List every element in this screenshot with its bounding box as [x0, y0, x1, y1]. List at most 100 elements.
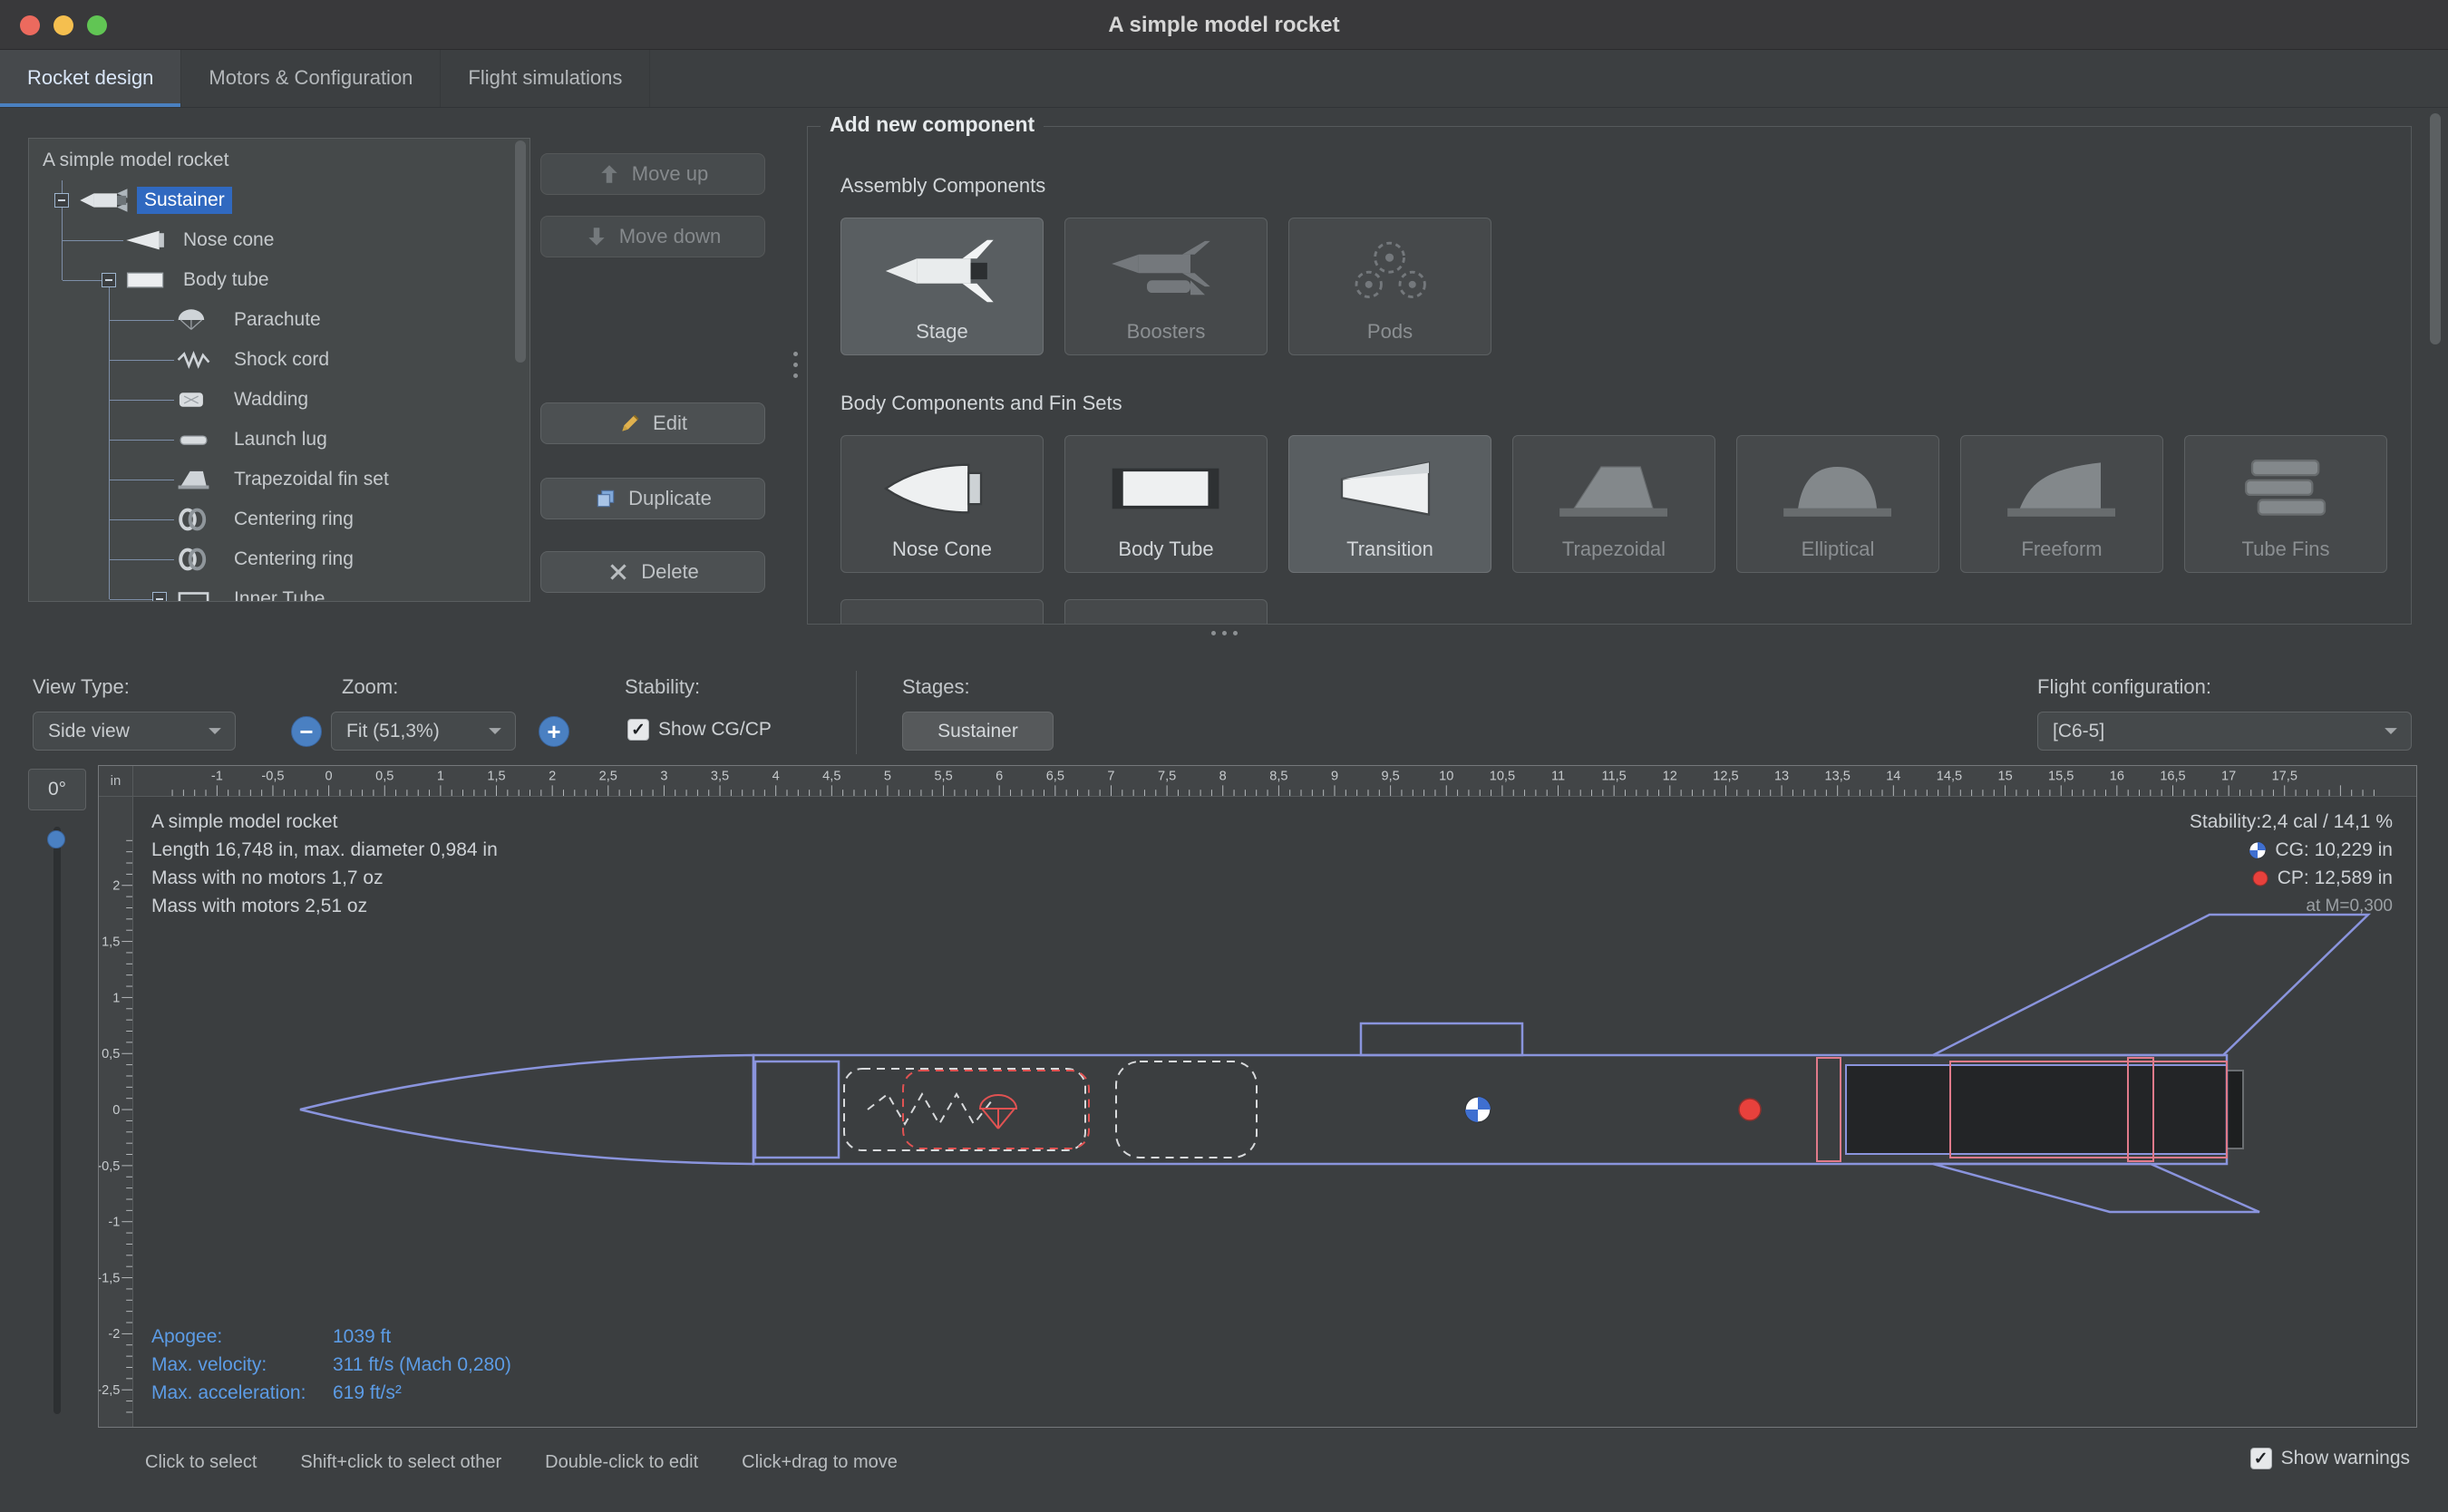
- ring-icon: [176, 546, 227, 573]
- show-cgcp-checkbox-row[interactable]: ✓ Show CG/CP: [627, 719, 772, 741]
- svg-text:1: 1: [437, 770, 444, 784]
- bodytube-icon: [125, 267, 176, 294]
- rocket-info-block: A simple model rocket Length 16,748 in, …: [151, 808, 498, 920]
- tree-item-trapezoidal-fin-set[interactable]: Trapezoidal fin set: [29, 460, 529, 499]
- tree-item-root[interactable]: A simple model rocket: [29, 141, 529, 180]
- add-component-button-partial[interactable]: [840, 599, 1044, 624]
- ruler-unit: in: [99, 766, 133, 797]
- tree-item-shock-cord[interactable]: Shock cord: [29, 340, 529, 380]
- add-transition-button[interactable]: Transition: [1288, 435, 1491, 573]
- tree-scrollbar-thumb[interactable]: [515, 141, 526, 363]
- nose-cone-shape[interactable]: [300, 1055, 753, 1164]
- svg-text:10: 10: [1439, 770, 1453, 784]
- zoom-window-button[interactable]: [87, 15, 107, 35]
- vertical-splitter-grip[interactable]: [791, 352, 800, 378]
- innertube-icon: [176, 586, 227, 602]
- zoom-dropdown[interactable]: Fit (51,3%): [331, 712, 516, 751]
- svg-text:0,5: 0,5: [375, 770, 393, 784]
- tab-motors-configuration[interactable]: Motors & Configuration: [181, 50, 441, 107]
- svg-text:8: 8: [1219, 770, 1227, 784]
- tree-item-launch-lug[interactable]: Launch lug: [29, 420, 529, 460]
- svg-text:15: 15: [1997, 770, 2012, 784]
- recovery-components[interactable]: [844, 1061, 1257, 1158]
- stage-toggle-sustainer[interactable]: Sustainer: [902, 712, 1054, 751]
- zoom-label: Zoom:: [342, 675, 398, 699]
- add-elliptical-button: Elliptical: [1736, 435, 1939, 573]
- svg-text:6: 6: [996, 770, 1003, 784]
- svg-text:17,5: 17,5: [2272, 770, 2297, 784]
- delete-label: Delete: [641, 560, 699, 584]
- tree-connector-line: [109, 287, 110, 599]
- duplicate-button[interactable]: Duplicate: [540, 478, 765, 519]
- cp-marker: [1739, 1099, 1761, 1120]
- launch-lug-shape[interactable]: [1361, 1023, 1522, 1055]
- zoom-out-button[interactable]: −: [291, 716, 322, 747]
- add-component-button-partial[interactable]: [1064, 599, 1268, 624]
- status-hint: Click+drag to move: [742, 1452, 898, 1473]
- add-nose-cone-button[interactable]: Nose Cone: [840, 435, 1044, 573]
- zoom-value: Fit (51,3%): [346, 721, 440, 742]
- traffic-lights: [20, 15, 107, 35]
- svg-text:14: 14: [1886, 770, 1900, 784]
- tree-item-centering-ring[interactable]: Centering ring: [29, 499, 529, 539]
- show-warnings-row[interactable]: ✓ Show warnings: [2250, 1448, 2410, 1469]
- tree-item-wadding[interactable]: Wadding: [29, 380, 529, 420]
- view-type-dropdown[interactable]: Side view: [33, 712, 236, 751]
- tree-item-centering-ring[interactable]: Centering ring: [29, 539, 529, 579]
- tree-scrollbar[interactable]: [513, 141, 528, 599]
- flight-data-block: Apogee: 1039 ft Max. velocity: 311 ft/s …: [151, 1323, 511, 1407]
- add-pods-button: Pods: [1288, 218, 1491, 355]
- show-cgcp-checkbox[interactable]: ✓: [627, 719, 649, 741]
- svg-text:12: 12: [1663, 770, 1677, 784]
- tubefins-big-icon: [2185, 449, 2386, 528]
- tab-rocket-design[interactable]: Rocket design: [0, 50, 181, 107]
- tab-flight-simulations[interactable]: Flight simulations: [441, 50, 650, 107]
- window-scrollbar-thumb[interactable]: [2430, 113, 2441, 344]
- svg-text:8,5: 8,5: [1269, 770, 1287, 784]
- delete-button[interactable]: Delete: [540, 551, 765, 593]
- collapse-handle-icon[interactable]: [102, 273, 116, 287]
- add-body-tube-button[interactable]: Body Tube: [1064, 435, 1268, 573]
- tree-item-body-tube[interactable]: Body tube: [29, 260, 529, 300]
- lower-fin-shape[interactable]: [1933, 1164, 2259, 1212]
- tree-connector-line: [62, 180, 63, 193]
- duplicate-icon: [594, 487, 617, 510]
- collapse-handle-icon[interactable]: [152, 592, 167, 602]
- parachute-outline[interactable]: [903, 1071, 1089, 1149]
- flight-configuration-dropdown[interactable]: [C6-5]: [2037, 712, 2412, 751]
- velocity-label: Max. velocity:: [151, 1351, 333, 1379]
- duplicate-label: Duplicate: [628, 487, 712, 510]
- tree-item-parachute[interactable]: Parachute: [29, 300, 529, 340]
- horizontal-ruler: -1-0,500,511,522,533,544,555,566,577,588…: [133, 766, 2416, 797]
- svg-text:16: 16: [2110, 770, 2124, 784]
- motor-tube[interactable]: [1846, 1065, 2227, 1154]
- rotation-slider-thumb[interactable]: [47, 830, 65, 848]
- wadding-region[interactable]: [1116, 1061, 1257, 1158]
- rotation-slider[interactable]: [53, 827, 61, 1414]
- close-window-button[interactable]: [20, 15, 40, 35]
- collapse-handle-icon[interactable]: [54, 193, 69, 208]
- rocket-draw-area: A simple model rocket Length 16,748 in, …: [133, 797, 2416, 1427]
- pods-icon: [1289, 231, 1491, 311]
- add-stage-button[interactable]: Stage: [840, 218, 1044, 355]
- rocket-name-text: A simple model rocket: [151, 808, 498, 836]
- window-scrollbar[interactable]: [2428, 113, 2443, 625]
- horizontal-splitter-grip[interactable]: [1211, 631, 1238, 635]
- chevron-down-icon: [2384, 727, 2398, 735]
- edit-button[interactable]: Edit: [540, 402, 765, 444]
- nosecone-big-icon: [841, 449, 1043, 528]
- svg-text:13: 13: [1774, 770, 1789, 784]
- cg-marker: [1465, 1097, 1491, 1122]
- tree-item-sustainer[interactable]: Sustainer: [29, 180, 529, 220]
- minimize-window-button[interactable]: [53, 15, 73, 35]
- zoom-in-button[interactable]: +: [539, 716, 569, 747]
- rocket-outline[interactable]: [300, 915, 2368, 1212]
- launchlug-icon: [176, 426, 227, 453]
- show-warnings-checkbox[interactable]: ✓: [2250, 1448, 2272, 1469]
- move-down-button: Move down: [540, 216, 765, 257]
- upper-fin-shape[interactable]: [1933, 915, 2368, 1055]
- tree-item-inner-tube[interactable]: Inner Tube: [29, 579, 529, 602]
- rocket-icon: [79, 187, 130, 214]
- svg-text:9: 9: [1331, 770, 1338, 784]
- show-warnings-label: Show warnings: [2281, 1448, 2410, 1469]
